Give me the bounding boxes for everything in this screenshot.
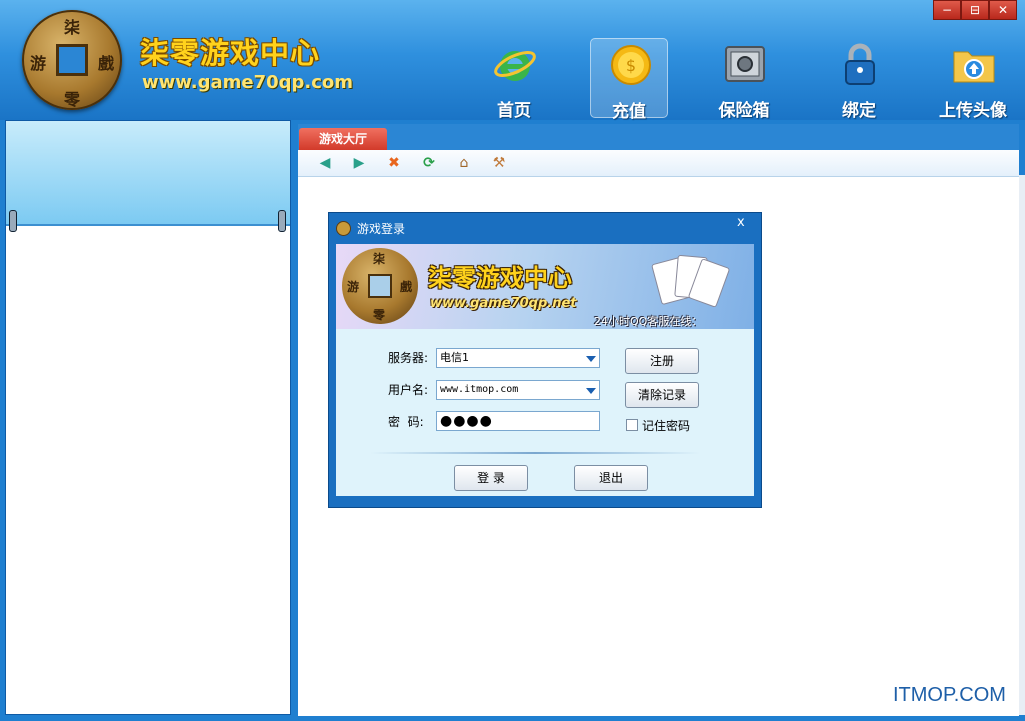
coin-char-left: 游 <box>30 54 47 73</box>
nav-recharge-label: 充值 <box>612 102 646 122</box>
username-combobox[interactable]: www.itmop.com <box>436 380 600 400</box>
brand-url: www.game70qp.com <box>142 72 354 93</box>
coin-char-right: 戲 <box>98 54 115 73</box>
dialog-coin-icon <box>336 221 351 236</box>
banner-coin-char-bottom: 零 <box>373 308 386 322</box>
home-icon[interactable]: ⌂ <box>455 154 473 172</box>
remember-password-checkbox[interactable] <box>626 419 638 431</box>
username-label: 用户名: <box>388 383 429 397</box>
window-controls: − ⊟ ✕ <box>933 0 1017 20</box>
brand-title: 柒零游戏中心 <box>140 36 321 70</box>
safe-icon <box>725 46 765 82</box>
splitter-clip-left-icon <box>9 210 17 232</box>
banner-coin-char-left: 游 <box>347 280 360 294</box>
banner-qq-support: 24小时QQ客服在线：80032544 <box>594 315 703 328</box>
server-label: 服务器: <box>388 351 429 365</box>
chevron-down-icon[interactable] <box>586 388 596 394</box>
stop-icon[interactable]: ✖ <box>385 154 403 172</box>
logo-coin-icon: 柒 戲 零 游 <box>22 10 122 110</box>
tab-game-lobby[interactable]: 游戏大厅 <box>299 128 387 150</box>
nav-bind-label: 绑定 <box>842 101 876 121</box>
upload-folder-icon <box>953 51 995 83</box>
nav-recharge[interactable]: $ 充值 <box>590 38 668 122</box>
playing-cards-icon <box>636 250 731 310</box>
nav-upload-avatar-label: 上传头像 <box>939 101 1007 121</box>
forward-arrow-icon[interactable]: ▶ <box>350 154 368 172</box>
svg-text:$: $ <box>626 56 636 75</box>
left-panel-header <box>6 121 290 226</box>
password-field[interactable]: ●●●● <box>436 411 600 431</box>
server-value: 电信1 <box>440 351 469 364</box>
dialog-body: 柒 戲 零 游 柒零游戏中心 www.game70qp.net 24小时QQ客服… <box>336 244 754 496</box>
splitter-clip-right-icon <box>278 210 286 232</box>
header: 柒 戲 零 游 柒零游戏中心 www.game70qp.com − ⊟ ✕ 首页 <box>0 0 1025 122</box>
browser-toolbar: ◀ ▶ ✖ ⟳ ⌂ ⚒ <box>298 150 1019 177</box>
minimize-button[interactable]: − <box>933 0 961 20</box>
banner-url: www.game70qp.net <box>430 296 577 311</box>
dialog-title: 游戏登录 <box>357 222 406 236</box>
chevron-down-icon[interactable] <box>586 356 596 362</box>
left-panel <box>5 120 291 715</box>
padlock-icon <box>845 43 875 85</box>
password-label: 密 码: <box>388 415 424 429</box>
tab-bar: 游戏大厅 <box>298 124 1019 150</box>
refresh-icon[interactable]: ⟳ <box>420 154 438 172</box>
banner-coin-char-right: 戲 <box>400 280 413 294</box>
banner-coin-char-top: 柒 <box>373 252 386 266</box>
clear-records-button[interactable]: 清除记录 <box>625 382 699 408</box>
banner-title: 柒零游戏中心 <box>428 264 572 292</box>
tools-icon[interactable]: ⚒ <box>490 154 508 172</box>
ie-browser-icon <box>494 51 536 81</box>
divider <box>370 452 700 454</box>
nav-safe[interactable]: 保险箱 <box>705 38 783 121</box>
login-dialog: 游戏登录 x 柒 戲 零 游 柒零游戏中心 www.game70qp.net 2… <box>328 212 762 508</box>
coin-char-top: 柒 <box>64 18 81 37</box>
gold-coin-icon: $ <box>611 45 651 85</box>
back-arrow-icon[interactable]: ◀ <box>316 154 334 172</box>
dialog-close-button[interactable]: x <box>737 215 745 230</box>
username-value: www.itmop.com <box>440 384 519 395</box>
register-button[interactable]: 注册 <box>625 348 699 374</box>
banner-coin-icon: 柒 戲 零 游 <box>342 248 418 324</box>
nav-home-label: 首页 <box>497 101 531 121</box>
nav-bind[interactable]: 绑定 <box>820 38 898 121</box>
main-window: 柒 戲 零 游 柒零游戏中心 www.game70qp.com − ⊟ ✕ 首页 <box>0 0 1025 721</box>
content-scrollbar[interactable] <box>1019 175 1025 715</box>
server-select[interactable]: 电信1 <box>436 348 600 368</box>
login-button[interactable]: 登 录 <box>454 465 528 491</box>
coin-char-bottom: 零 <box>64 90 81 109</box>
nav-home[interactable]: 首页 <box>475 38 553 121</box>
nav-safe-label: 保险箱 <box>718 101 770 121</box>
remember-password-label: 记住密码 <box>642 419 691 433</box>
close-button[interactable]: ✕ <box>989 0 1017 20</box>
dialog-banner: 柒 戲 零 游 柒零游戏中心 www.game70qp.net 24小时QQ客服… <box>336 244 754 329</box>
nav-upload-avatar[interactable]: 上传头像 <box>934 38 1012 121</box>
maximize-button[interactable]: ⊟ <box>961 0 989 20</box>
watermark: ITMOP.COM <box>893 684 1006 706</box>
exit-button[interactable]: 退出 <box>574 465 648 491</box>
